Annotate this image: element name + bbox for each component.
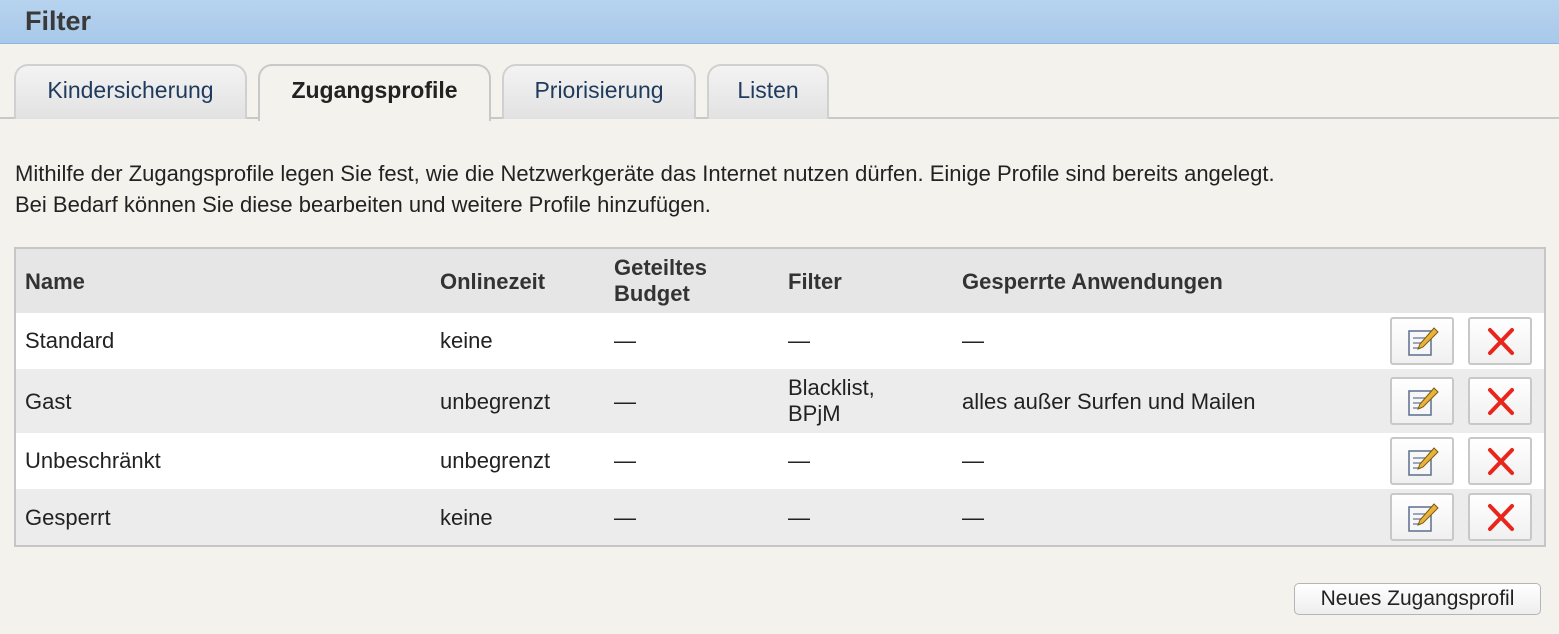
cell-onlinezeit: keine xyxy=(440,505,493,530)
cell-filter: — xyxy=(788,328,810,354)
header-budget-line-2: Budget xyxy=(614,281,690,306)
delete-icon xyxy=(1488,328,1514,355)
cell-filter: — xyxy=(788,448,810,474)
edit-icon xyxy=(1408,447,1439,476)
intro-line-1: Mithilfe der Zugangsprofile legen Sie fe… xyxy=(15,161,1275,186)
profiles-table: Name Onlinezeit Geteiltes Budget Filter … xyxy=(14,247,1546,547)
delete-icon xyxy=(1488,504,1514,531)
edit-button[interactable] xyxy=(1390,493,1454,541)
delete-button[interactable] xyxy=(1468,377,1532,425)
cell-filter: Blacklist, BPjM xyxy=(788,375,875,427)
tab-kindersicherung[interactable]: Kindersicherung xyxy=(14,64,247,119)
new-profile-button[interactable]: Neues Zugangsprofil xyxy=(1294,583,1541,615)
table-row: Gast unbegrenzt — Blacklist, BPjM alles … xyxy=(16,369,1544,433)
cell-filter-line-1: — xyxy=(788,505,810,530)
table-row: Standard keine — — — xyxy=(16,313,1544,369)
header-budget-line-1: Geteiltes xyxy=(614,255,707,280)
header-filter: Filter xyxy=(788,269,842,294)
cell-gesperrt: — xyxy=(962,448,984,473)
page-title: Filter xyxy=(25,6,92,36)
edit-icon xyxy=(1408,387,1439,416)
tab-zugangsprofile[interactable]: Zugangsprofile xyxy=(258,64,491,121)
tab-bar: Kindersicherung Zugangsprofile Priorisie… xyxy=(0,64,1559,121)
cell-name: Gesperrt xyxy=(25,505,111,530)
cell-filter-line-1: — xyxy=(788,448,810,473)
edit-icon xyxy=(1408,503,1439,532)
header-geteiltes-budget: Geteiltes Budget xyxy=(614,255,707,307)
cell-onlinezeit: unbegrenzt xyxy=(440,448,551,473)
cell-onlinezeit: keine xyxy=(440,328,493,353)
tab-priorisierung[interactable]: Priorisierung xyxy=(502,64,696,119)
cell-onlinezeit: unbegrenzt xyxy=(440,389,551,414)
delete-button[interactable] xyxy=(1468,317,1532,365)
cell-budget: — xyxy=(614,389,636,414)
cell-name: Unbeschränkt xyxy=(25,448,161,473)
cell-filter: — xyxy=(788,505,810,531)
cell-gesperrt: — xyxy=(962,328,984,353)
edit-button[interactable] xyxy=(1390,437,1454,485)
cell-name: Gast xyxy=(25,389,72,414)
intro-text: Mithilfe der Zugangsprofile legen Sie fe… xyxy=(15,158,1545,220)
cell-name: Standard xyxy=(25,328,115,353)
header-onlinezeit: Onlinezeit xyxy=(440,269,546,294)
table-row: Gesperrt keine — — — xyxy=(16,489,1544,545)
header-name: Name xyxy=(25,269,85,294)
cell-gesperrt: — xyxy=(962,505,984,530)
cell-budget: — xyxy=(614,505,636,530)
intro-line-2: Bei Bedarf können Sie diese bearbeiten u… xyxy=(15,192,711,217)
tab-listen[interactable]: Listen xyxy=(707,64,829,119)
header-gesperrte-anwendungen: Gesperrte Anwendungen xyxy=(962,269,1223,294)
delete-button[interactable] xyxy=(1468,493,1532,541)
delete-button[interactable] xyxy=(1468,437,1532,485)
page-header: Filter xyxy=(0,0,1559,44)
table-header-row: Name Onlinezeit Geteiltes Budget Filter … xyxy=(16,249,1544,313)
cell-budget: — xyxy=(614,328,636,353)
edit-button[interactable] xyxy=(1390,377,1454,425)
delete-icon xyxy=(1488,388,1514,415)
cell-gesperrt: alles außer Surfen und Mailen xyxy=(962,389,1256,414)
cell-filter-line-2: BPjM xyxy=(788,401,841,426)
edit-icon xyxy=(1408,327,1439,356)
cell-filter-line-1: Blacklist, xyxy=(788,375,875,400)
cell-filter-line-1: — xyxy=(788,328,810,353)
table-row: Unbeschränkt unbegrenzt — — — xyxy=(16,433,1544,489)
edit-button[interactable] xyxy=(1390,317,1454,365)
cell-budget: — xyxy=(614,448,636,473)
delete-icon xyxy=(1488,448,1514,475)
